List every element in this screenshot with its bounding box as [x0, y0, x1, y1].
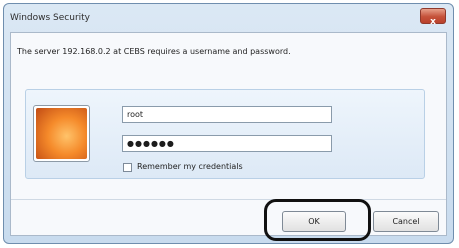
username-input[interactable]: root	[122, 106, 332, 123]
dialog-title: Windows Security	[10, 13, 90, 23]
server-message: The server 192.168.0.2 at CEBS requires …	[17, 47, 291, 56]
password-input[interactable]: ●●●●●●	[122, 135, 332, 152]
user-picture-icon	[33, 105, 90, 162]
title-bar: Windows Security x	[4, 4, 453, 32]
close-button[interactable]: x	[420, 8, 446, 27]
windows-security-dialog: Windows Security x The server 192.168.0.…	[3, 3, 454, 244]
remember-label: Remember my credentials	[137, 162, 243, 171]
close-icon: x	[430, 17, 436, 27]
cancel-button[interactable]: Cancel	[373, 211, 439, 232]
credential-panel: root ●●●●●● Remember my credentials	[25, 89, 425, 179]
dialog-body: The server 192.168.0.2 at CEBS requires …	[10, 32, 447, 236]
remember-checkbox[interactable]	[123, 163, 132, 172]
button-divider	[11, 199, 446, 200]
ok-button-highlight	[264, 199, 371, 241]
